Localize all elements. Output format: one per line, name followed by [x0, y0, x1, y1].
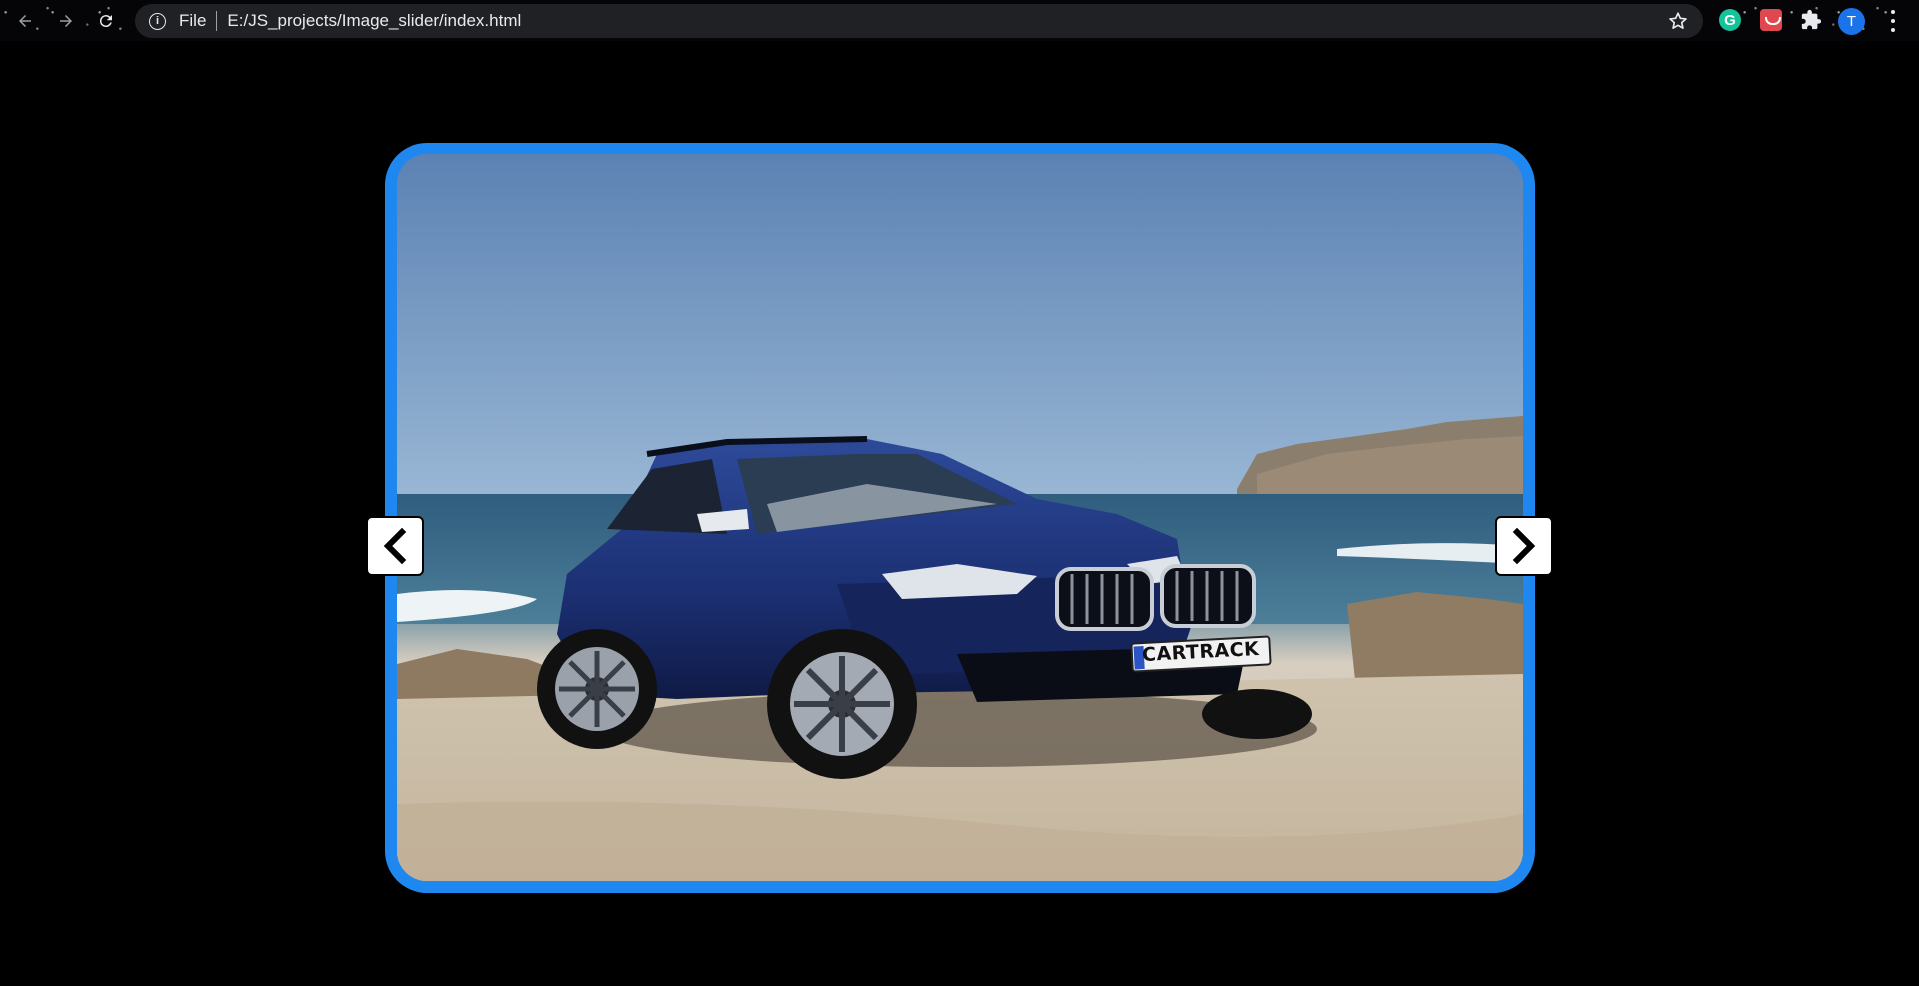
slide-image: CARTRACK [397, 154, 1523, 881]
slider-frame: CARTRACK [385, 143, 1535, 893]
read-later-extension-icon[interactable] [1760, 9, 1782, 31]
info-icon[interactable]: i [149, 12, 166, 30]
next-slide-button[interactable] [1495, 516, 1553, 576]
omnibox-separator [216, 11, 218, 31]
star-icon[interactable] [1667, 10, 1689, 32]
arrow-right-icon [60, 15, 72, 27]
arrow-left-icon [19, 15, 31, 27]
puzzle-icon[interactable] [1800, 9, 1822, 31]
profile-avatar[interactable]: T [1838, 8, 1865, 35]
reload-icon [99, 15, 112, 28]
profile-initial: T [1846, 13, 1857, 30]
forward-button[interactable] [53, 8, 79, 34]
grammarly-letter: G [1724, 11, 1736, 29]
back-button[interactable] [12, 8, 38, 34]
chevron-right-icon [1512, 527, 1536, 565]
browser-toolbar: i File E:/JS_projects/Image_slider/index… [0, 0, 1919, 41]
kebab-menu-icon[interactable] [1890, 10, 1896, 32]
scheme-label: File [179, 11, 207, 30]
url-text[interactable]: E:/JS_projects/Image_slider/index.html [227, 11, 521, 31]
reload-button[interactable] [93, 8, 119, 34]
prev-slide-button[interactable] [366, 516, 424, 576]
chevron-left-icon [383, 527, 407, 565]
address-bar[interactable]: i File E:/JS_projects/Image_slider/index… [135, 4, 1703, 38]
grammarly-extension-icon[interactable]: G [1719, 9, 1741, 31]
car-photo [397, 154, 1523, 881]
